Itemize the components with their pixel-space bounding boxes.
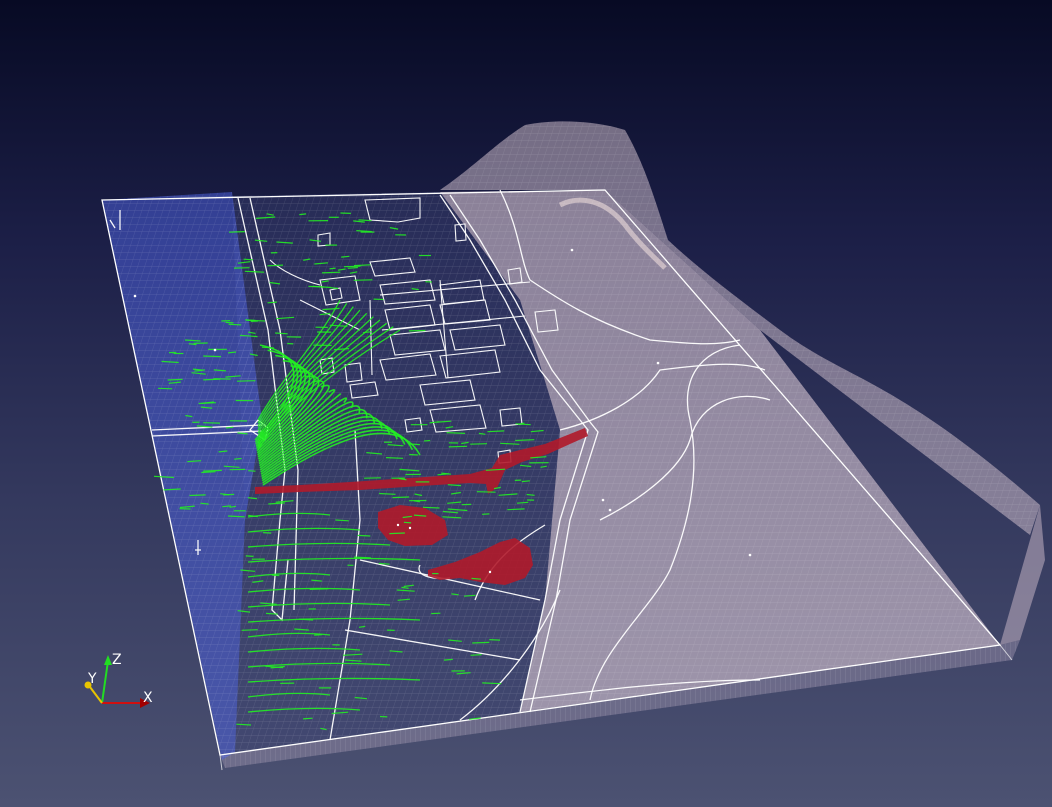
streamline	[241, 629, 258, 631]
streamline	[158, 387, 173, 390]
streamline	[515, 439, 535, 442]
streamline	[507, 508, 525, 511]
streamline	[470, 443, 488, 445]
streamline	[203, 355, 222, 358]
streamline	[335, 519, 349, 522]
streamline	[385, 457, 404, 459]
streamline	[526, 493, 535, 496]
streamline	[471, 577, 482, 580]
streamline	[389, 532, 405, 535]
streamline	[245, 555, 254, 557]
streamline	[228, 323, 242, 326]
streamline	[203, 378, 221, 381]
streamline	[330, 287, 339, 290]
streamline	[341, 255, 350, 258]
streamline	[347, 266, 358, 269]
streamline	[482, 682, 502, 685]
streamline	[521, 480, 530, 483]
streamline	[267, 264, 284, 267]
streamline	[243, 258, 253, 261]
streamline	[408, 443, 420, 446]
y-axis-label: Y	[87, 671, 97, 687]
3d-render-viewport[interactable]: Z Y X	[0, 0, 1052, 807]
z-axis-label: Z	[112, 652, 122, 668]
streamline	[267, 301, 277, 304]
streamline	[236, 723, 252, 726]
streamline	[248, 470, 256, 472]
streamline	[225, 426, 234, 429]
streamline	[263, 532, 272, 534]
streamline	[303, 717, 313, 720]
streamline	[409, 453, 418, 456]
streamline	[189, 494, 206, 497]
z-axis-arrow-icon	[104, 655, 112, 665]
streamline	[470, 654, 482, 656]
streamline	[236, 380, 256, 382]
streamline	[448, 445, 468, 448]
streamline	[225, 321, 234, 324]
streamline	[203, 469, 222, 472]
streamline	[476, 491, 496, 493]
streamline	[392, 496, 410, 499]
streamline	[489, 639, 501, 641]
streamline	[222, 505, 231, 508]
streamline	[321, 271, 341, 274]
orientation-axes: Z Y X	[84, 652, 153, 708]
streamline	[379, 492, 396, 495]
streamline	[265, 612, 278, 615]
streamline	[261, 346, 275, 349]
streamline	[353, 264, 371, 267]
streamline	[424, 439, 431, 442]
streamline	[403, 521, 412, 524]
streamline	[357, 534, 371, 537]
streamline	[228, 231, 245, 233]
streamline	[378, 562, 390, 565]
streamline	[487, 430, 505, 433]
streamline	[422, 506, 440, 509]
streamline	[343, 265, 361, 268]
streamline	[443, 658, 453, 661]
y-axis	[89, 686, 103, 704]
z-axis	[101, 660, 109, 704]
streamline	[234, 457, 242, 460]
x-axis-label: X	[143, 690, 153, 706]
streamline	[353, 279, 373, 281]
streamline	[299, 213, 307, 216]
streamline	[201, 471, 216, 474]
streamline	[167, 378, 183, 381]
streamline	[329, 267, 336, 270]
streamline	[275, 332, 288, 335]
streamline	[446, 432, 466, 434]
streamline	[472, 641, 490, 644]
streamline	[245, 319, 256, 321]
streamline	[353, 556, 371, 559]
streamline	[358, 219, 372, 222]
